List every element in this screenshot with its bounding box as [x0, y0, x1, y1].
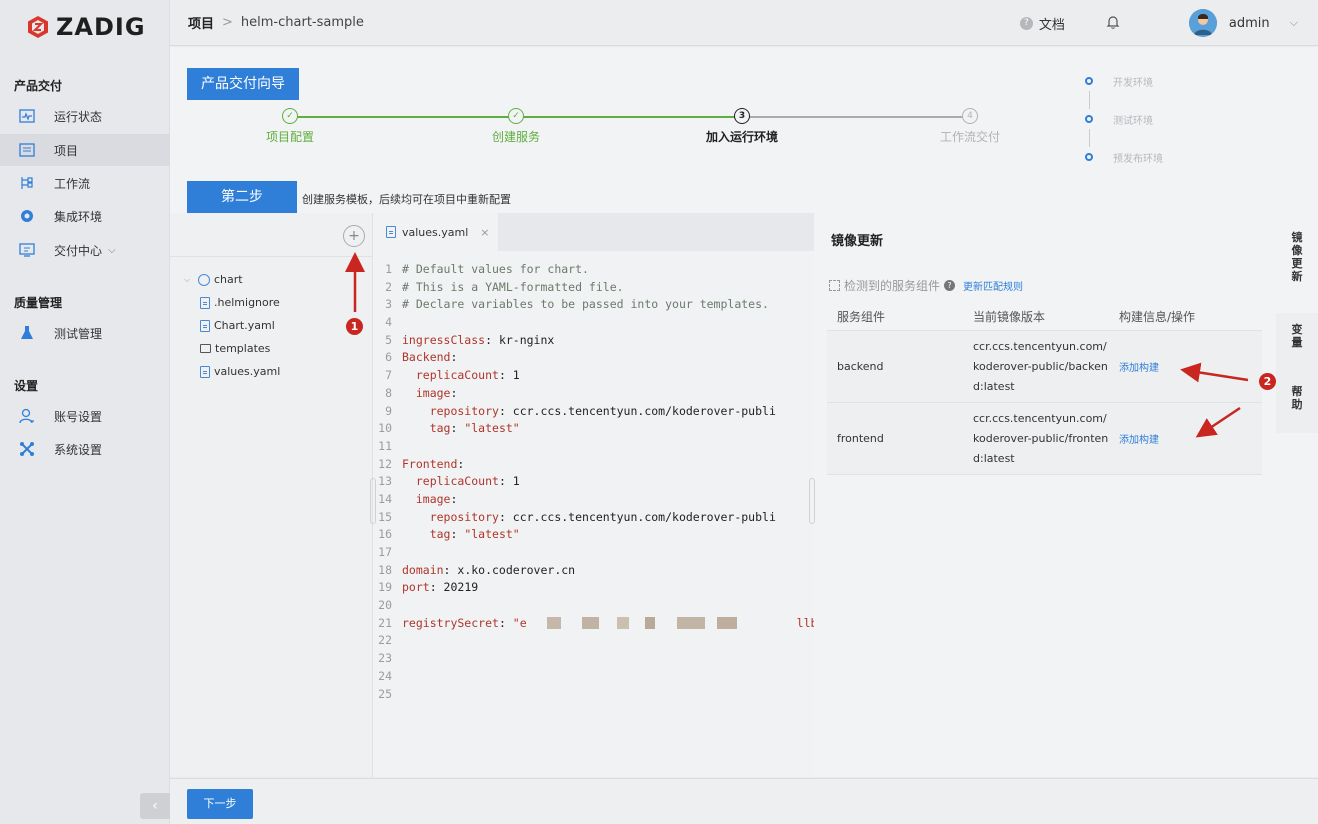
annotation-badge: 1	[346, 318, 363, 335]
annotation-overlay	[345, 252, 1249, 438]
annotation-arrow	[1195, 406, 1241, 438]
annotation-arrow	[1180, 362, 1249, 383]
annotation-badge: 2	[1259, 373, 1276, 390]
